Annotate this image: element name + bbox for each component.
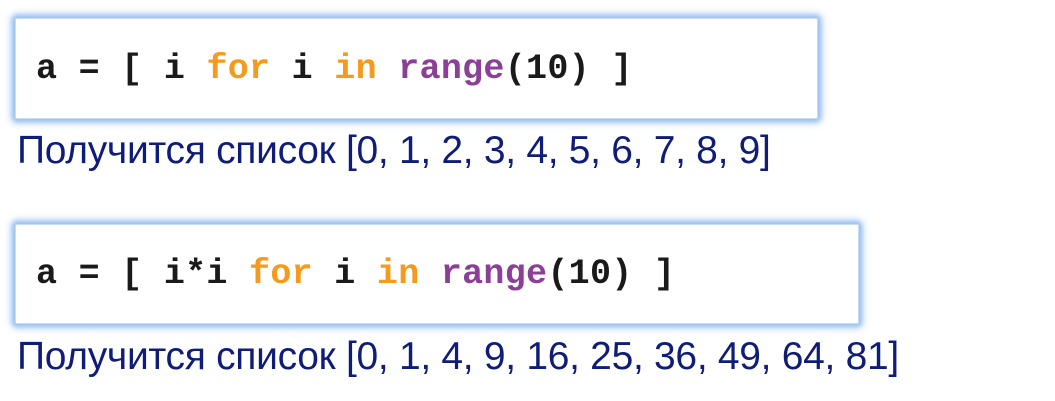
result-label: Получится список — [17, 335, 336, 378]
code-expression: i*i — [163, 254, 228, 294]
code-line-1: a = [ i for i in range(10) ] — [16, 49, 633, 89]
function-range: range — [440, 254, 548, 294]
result-text-2: Получится список [0, 1, 4, 9, 16, 25, 36… — [17, 335, 899, 379]
code-arguments: (10) — [504, 48, 590, 89]
code-prefix: a = [ — [36, 48, 164, 89]
function-range: range — [398, 48, 505, 89]
code-suffix: ] — [632, 254, 676, 294]
result-label: Получится список — [17, 129, 336, 172]
code-expression: i — [163, 48, 186, 89]
result-value: [0, 1, 2, 3, 4, 5, 6, 7, 8, 9] — [345, 129, 771, 172]
keyword-for: for — [249, 254, 313, 294]
code-loop-variable: i — [312, 254, 377, 294]
result-text-1: Получится список [0, 1, 2, 3, 4, 5, 6, 7… — [17, 129, 771, 173]
result-value: [0, 1, 4, 9, 16, 25, 36, 49, 64, 81] — [345, 335, 899, 378]
keyword-for: for — [206, 48, 271, 89]
code-box-1: a = [ i for i in range(10) ] — [15, 18, 818, 119]
code-prefix: a = [ — [36, 254, 164, 294]
code-box-2: a = [ i*i for i in range(10) ] — [15, 224, 859, 324]
code-suffix: ] — [589, 48, 633, 89]
code-line-2: a = [ i*i for i in range(10) ] — [16, 254, 675, 294]
code-arguments: (10) — [547, 254, 633, 294]
keyword-in: in — [376, 254, 420, 294]
keyword-in: in — [334, 48, 377, 89]
code-loop-variable: i — [270, 48, 335, 89]
